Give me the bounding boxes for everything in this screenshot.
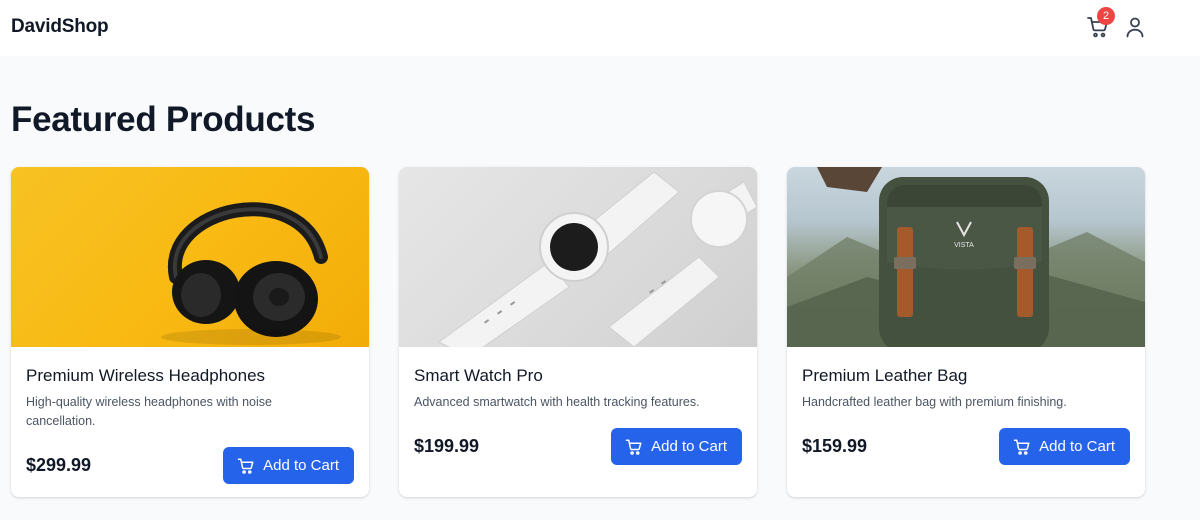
cart-icon — [625, 439, 642, 455]
product-price: $299.99 — [26, 455, 92, 475]
svg-text:VISTA: VISTA — [954, 242, 974, 249]
cart-icon — [1013, 439, 1030, 455]
product-name[interactable]: Premium Wireless Headphones — [26, 365, 354, 387]
product-image[interactable] — [399, 167, 757, 347]
add-to-cart-button[interactable]: Add to Cart — [223, 447, 354, 484]
add-to-cart-label: Add to Cart — [651, 438, 727, 455]
product-card: Smart Watch Pro Advanced smartwatch with… — [399, 167, 757, 497]
add-to-cart-button[interactable]: Add to Cart — [999, 428, 1130, 465]
page-title: Featured Products — [11, 100, 316, 139]
add-to-cart-button[interactable]: Add to Cart — [611, 428, 742, 465]
user-icon — [1126, 17, 1144, 38]
product-image[interactable] — [11, 167, 369, 347]
add-to-cart-label: Add to Cart — [1039, 438, 1115, 455]
product-image[interactable]: VISTA — [787, 167, 1145, 347]
account-button[interactable] — [1122, 14, 1148, 40]
product-card: VISTA Premium Leather Bag Handcrafted le… — [787, 167, 1145, 497]
cart-icon — [237, 458, 254, 474]
cart-count-badge: 2 — [1097, 7, 1115, 25]
product-description: Advanced smartwatch with health tracking… — [414, 395, 700, 409]
top-navbar: DavidShop 2 — [0, 0, 1200, 56]
product-card: Premium Wireless Headphones High-quality… — [11, 167, 369, 497]
brand-logo[interactable]: DavidShop — [11, 16, 109, 38]
product-description: Handcrafted leather bag with premium fin… — [802, 395, 1067, 409]
product-name[interactable]: Smart Watch Pro — [414, 365, 742, 387]
add-to-cart-label: Add to Cart — [263, 457, 339, 474]
product-price: $159.99 — [802, 436, 868, 456]
product-name[interactable]: Premium Leather Bag — [802, 365, 1130, 387]
product-price: $199.99 — [414, 436, 480, 456]
product-description: High-quality wireless headphones with no… — [26, 395, 272, 428]
